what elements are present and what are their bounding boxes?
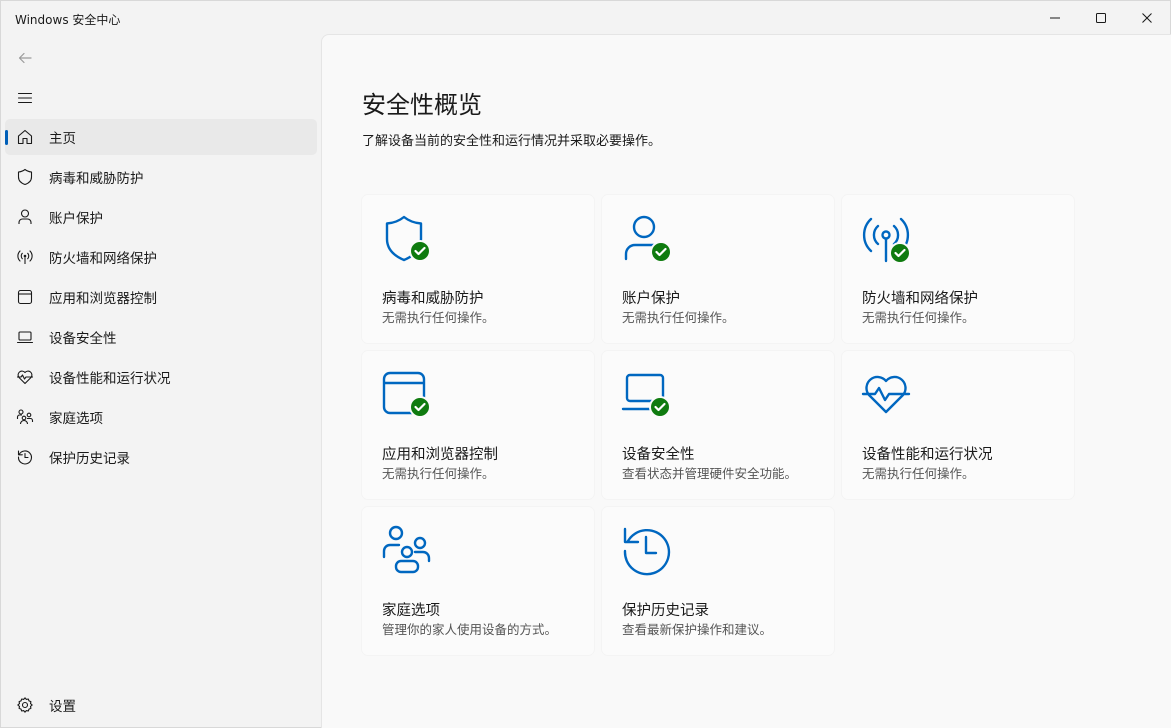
card-description: 管理你的家人使用设备的方式。 <box>382 622 558 637</box>
sidebar-item-label: 设备安全性 <box>49 331 117 347</box>
sidebar-item-label: 主页 <box>49 131 76 147</box>
sidebar-item-virus-protection[interactable]: 病毒和威胁防护 <box>5 159 317 195</box>
browser-window-icon <box>380 367 436 423</box>
close-icon <box>1142 13 1152 23</box>
menu-button[interactable] <box>15 88 35 108</box>
back-button[interactable] <box>15 48 35 68</box>
card-description: 查看最新保护操作和建议。 <box>622 622 773 637</box>
hamburger-menu-icon <box>17 92 33 104</box>
minimize-icon <box>1050 17 1060 19</box>
sidebar-item-home[interactable]: 主页 <box>5 119 317 155</box>
card-title: 保护历史记录 <box>622 603 709 619</box>
card-description: 无需执行任何操作。 <box>382 310 495 325</box>
card-title: 病毒和威胁防护 <box>382 291 484 307</box>
card-app-browser-control[interactable]: 应用和浏览器控制 无需执行任何操作。 <box>362 351 594 499</box>
window-controls <box>1032 1 1170 35</box>
maximize-icon <box>1096 13 1106 23</box>
title-bar: Windows 安全中心 <box>1 1 1170 35</box>
main-content: 安全性概览 了解设备当前的安全性和运行情况并采取必要操作。 病毒和威胁防护 无需… <box>321 34 1171 728</box>
person-icon <box>620 211 676 267</box>
card-title: 账户保护 <box>622 291 680 307</box>
sidebar-item-label: 病毒和威胁防护 <box>49 171 144 187</box>
minimize-button[interactable] <box>1032 1 1078 35</box>
card-family-options[interactable]: 家庭选项 管理你的家人使用设备的方式。 <box>362 507 594 655</box>
sidebar-item-label: 防火墙和网络保护 <box>49 251 157 267</box>
heart-pulse-icon <box>860 367 916 423</box>
back-arrow-icon <box>18 52 32 64</box>
card-firewall[interactable]: 防火墙和网络保护 无需执行任何操作。 <box>842 195 1074 343</box>
laptop-icon <box>15 327 35 347</box>
heart-pulse-icon <box>15 367 35 387</box>
history-icon <box>620 523 676 579</box>
history-icon <box>15 447 35 467</box>
card-title: 应用和浏览器控制 <box>382 447 498 463</box>
page-subtitle: 了解设备当前的安全性和运行情况并采取必要操作。 <box>362 134 662 149</box>
sidebar-item-app-browser-control[interactable]: 应用和浏览器控制 <box>5 279 317 315</box>
card-description: 无需执行任何操作。 <box>382 466 495 481</box>
family-icon <box>380 523 436 579</box>
sidebar-item-settings[interactable]: 设置 <box>5 687 317 723</box>
sidebar-nav: 主页 病毒和威胁防护 账户保护 防火墙和网络保护 应用和浏览器控制 设备安全性 … <box>5 119 317 479</box>
shield-icon <box>15 167 35 187</box>
card-account-protection[interactable]: 账户保护 无需执行任何操作。 <box>602 195 834 343</box>
sidebar-item-device-performance[interactable]: 设备性能和运行状况 <box>5 359 317 395</box>
sidebar-item-account-protection[interactable]: 账户保护 <box>5 199 317 235</box>
sidebar-item-protection-history[interactable]: 保护历史记录 <box>5 439 317 475</box>
sidebar-item-label: 设备性能和运行状况 <box>49 371 171 387</box>
sidebar-item-label: 应用和浏览器控制 <box>49 291 157 307</box>
card-protection-history[interactable]: 保护历史记录 查看最新保护操作和建议。 <box>602 507 834 655</box>
sidebar-item-label: 保护历史记录 <box>49 451 130 467</box>
app-window: Windows 安全中心 主页 病毒和威胁防护 账户保护 防火墙和网络保护 应用… <box>0 0 1171 728</box>
home-icon <box>15 127 35 147</box>
person-icon <box>15 207 35 227</box>
card-description: 无需执行任何操作。 <box>622 310 735 325</box>
sidebar-item-label: 家庭选项 <box>49 411 103 427</box>
family-icon <box>15 407 35 427</box>
laptop-icon <box>620 367 676 423</box>
antenna-icon <box>860 211 916 267</box>
card-device-performance[interactable]: 设备性能和运行状况 无需执行任何操作。 <box>842 351 1074 499</box>
card-description: 无需执行任何操作。 <box>862 310 975 325</box>
card-title: 家庭选项 <box>382 603 440 619</box>
card-description: 查看状态并管理硬件安全功能。 <box>622 466 798 481</box>
sidebar-item-device-security[interactable]: 设备安全性 <box>5 319 317 355</box>
sidebar-item-label: 账户保护 <box>49 211 103 227</box>
shield-icon <box>380 211 436 267</box>
gear-icon <box>15 695 35 715</box>
antenna-icon <box>15 247 35 267</box>
card-device-security[interactable]: 设备安全性 查看状态并管理硬件安全功能。 <box>602 351 834 499</box>
close-button[interactable] <box>1124 1 1170 35</box>
page-title: 安全性概览 <box>362 91 482 119</box>
card-virus-protection[interactable]: 病毒和威胁防护 无需执行任何操作。 <box>362 195 594 343</box>
card-title: 设备安全性 <box>622 447 695 463</box>
sidebar-settings-label: 设置 <box>49 699 76 715</box>
sidebar-item-firewall[interactable]: 防火墙和网络保护 <box>5 239 317 275</box>
sidebar-item-family-options[interactable]: 家庭选项 <box>5 399 317 435</box>
sidebar: 主页 病毒和威胁防护 账户保护 防火墙和网络保护 应用和浏览器控制 设备安全性 … <box>1 35 321 728</box>
maximize-button[interactable] <box>1078 1 1124 35</box>
window-title: Windows 安全中心 <box>15 13 121 27</box>
card-title: 防火墙和网络保护 <box>862 291 978 307</box>
card-description: 无需执行任何操作。 <box>862 466 975 481</box>
card-title: 设备性能和运行状况 <box>862 447 993 463</box>
browser-window-icon <box>15 287 35 307</box>
